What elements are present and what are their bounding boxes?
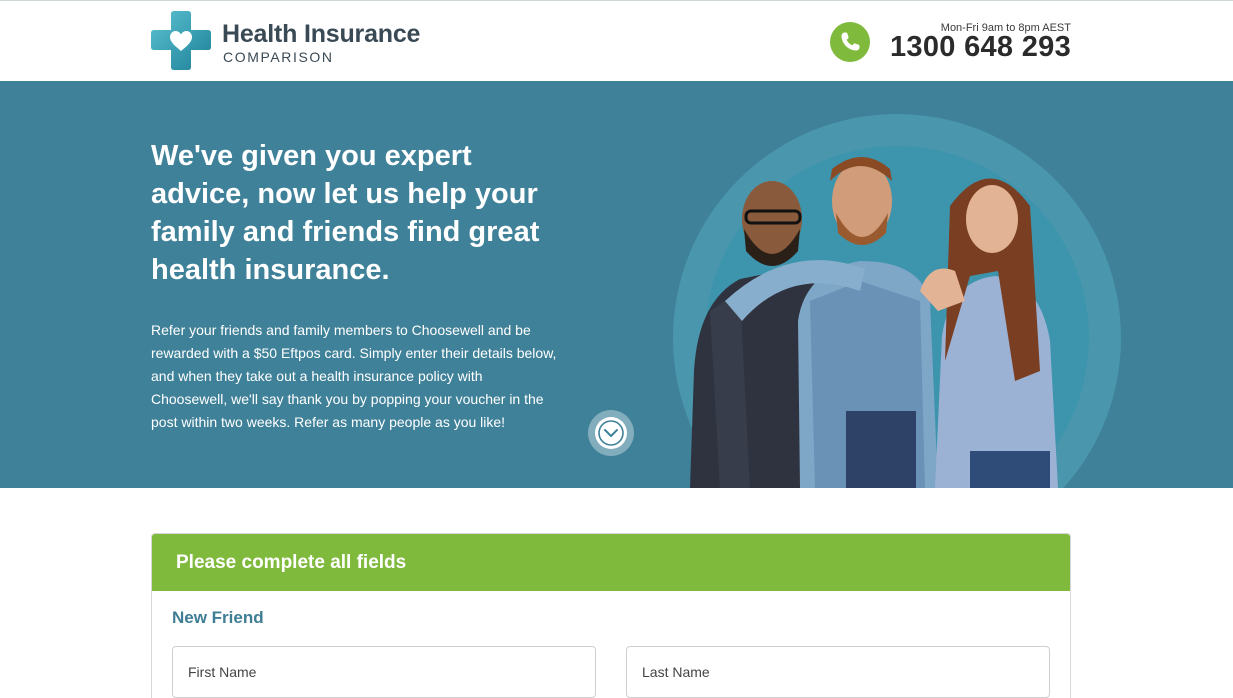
first-name-input[interactable] [172,646,596,698]
scroll-down-button[interactable] [588,410,634,456]
hero-body-text: Refer your friends and family members to… [151,322,557,430]
new-friend-section-title: New Friend [172,608,264,627]
phone-icon[interactable] [830,22,870,62]
referral-form-card: Please complete all fields New Friend [151,533,1071,698]
hero-heading: We've given you expert advice, now let u… [151,137,571,289]
cross-heart-logo-icon [151,11,211,70]
form-header-label: Please complete all fields [176,552,407,573]
logo-title: Health Insurance [222,20,421,48]
logo-subtitle: COMPARISON [223,49,334,65]
hero-banner: We've given you expert advice, now let u… [0,81,1233,488]
last-name-input[interactable] [626,646,1050,698]
phone-number[interactable]: 1300 648 293 [890,31,1071,64]
site-header: Health Insurance COMPARISON Mon-Fri 9am … [0,1,1233,81]
form-header: Please complete all fields [152,534,1070,591]
site-logo[interactable]: Health Insurance COMPARISON [151,10,421,72]
hero-people-photo [690,157,1058,488]
chevron-down-icon [598,420,624,446]
